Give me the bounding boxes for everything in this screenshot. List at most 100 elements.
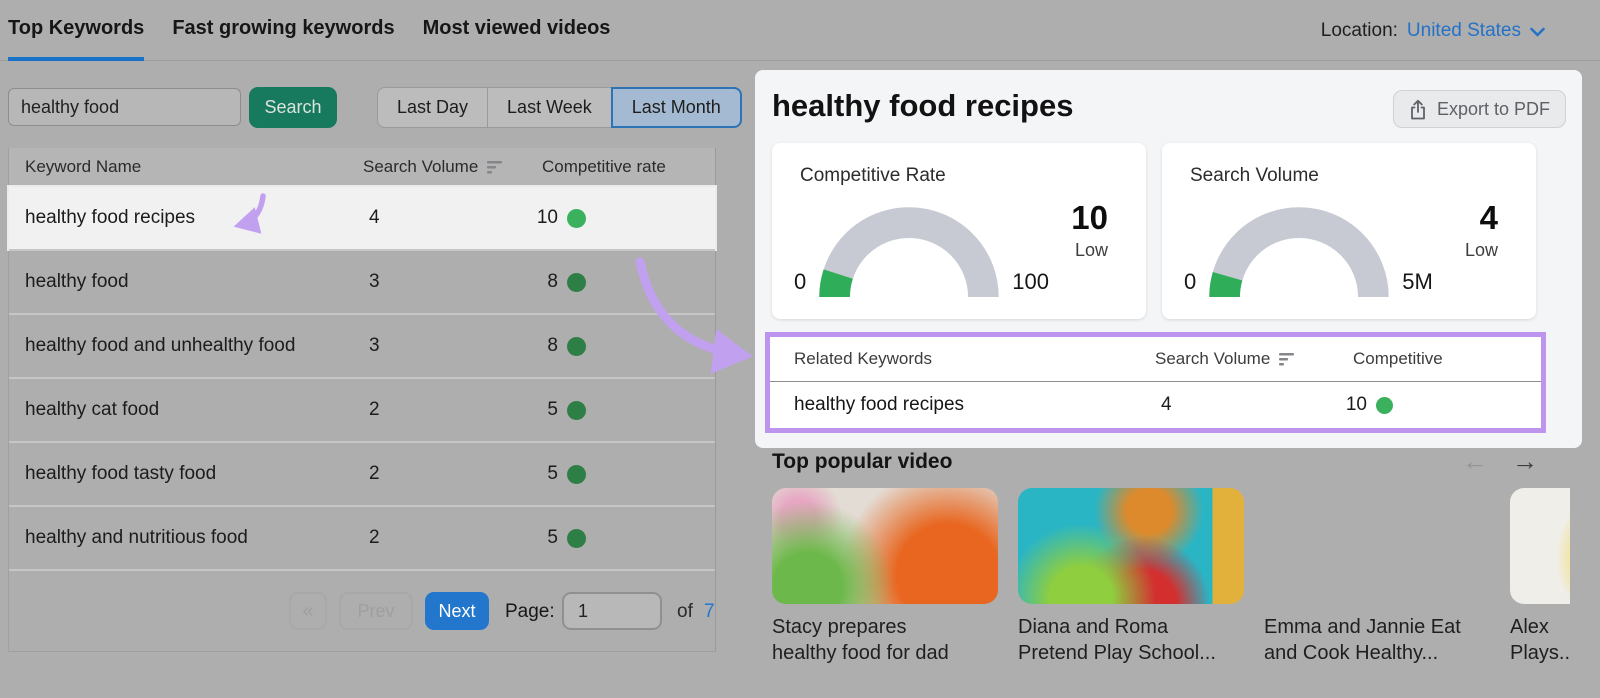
video-card[interactable]: Alex Plays... [1510, 488, 1570, 666]
rate-dot-icon [567, 465, 586, 484]
export-to-pdf-button[interactable]: Export to PDF [1393, 90, 1566, 128]
column-search-volume[interactable]: Search Volume [1155, 349, 1295, 369]
cell-keyword: healthy food and unhealthy food [25, 335, 295, 357]
cell-search-volume: 2 [369, 527, 380, 549]
gauge-min-label: 0 [1184, 269, 1196, 297]
time-filter-button[interactable]: Last Week [487, 87, 612, 128]
location-value[interactable]: United States [1407, 20, 1521, 42]
table-row[interactable]: healthy cat food 2 5 [9, 377, 715, 441]
carousel-prev-icon[interactable]: ← [1462, 448, 1488, 477]
rate-dot-icon [567, 337, 586, 356]
cell-search-volume: 2 [369, 399, 380, 421]
rate-dot-icon [567, 209, 586, 228]
cell-search-volume: 3 [369, 271, 380, 293]
cell-keyword: healthy and nutritious food [25, 527, 248, 549]
rate-dot-icon [567, 529, 586, 548]
keywords-table-header: Keyword Name Search Volume Competitive r… [9, 148, 715, 187]
related-keywords-table: Related Keywords Search Volume Competiti… [765, 332, 1546, 433]
gauge-title: Search Volume [1190, 165, 1319, 187]
keywords-table: Keyword Name Search Volume Competitive r… [8, 148, 716, 652]
video-title-line2: Pretend Play School... [1018, 640, 1244, 666]
cell-competitive-rate: 8 [536, 335, 586, 357]
column-competitive-rate: Competitive rate [542, 157, 666, 177]
carousel-next-icon[interactable]: → [1512, 448, 1538, 477]
cell-competitive-rate: 5 [536, 527, 586, 549]
page-of-label: of [677, 601, 693, 623]
sort-icon[interactable] [487, 161, 503, 174]
cell-competitive-rate: 8 [536, 271, 586, 293]
gauge-card: Competitive Rate 0 100 10 Low [772, 143, 1146, 319]
video-title-line1: Alex [1510, 614, 1570, 640]
video-thumbnail[interactable] [772, 488, 998, 604]
first-page-button[interactable]: « [289, 592, 327, 630]
page-number-input[interactable] [562, 592, 662, 630]
chevron-down-icon [1530, 27, 1545, 37]
section-title: Top popular video [772, 450, 952, 474]
nav-tabs: Top Keywords Fast growing keywords Most … [8, 0, 610, 61]
rate-dot-icon [1376, 397, 1393, 414]
gauge-level: Low [1071, 240, 1108, 261]
gauge-title: Competitive Rate [800, 165, 946, 187]
cell-keyword: healthy food tasty food [25, 463, 216, 485]
cell-keyword: healthy food recipes [794, 394, 964, 416]
total-pages: 7 [704, 601, 715, 623]
table-row[interactable]: healthy food and unhealthy food 3 8 [9, 313, 715, 377]
video-card[interactable]: Diana and Roma Pretend Play School... [1018, 488, 1244, 666]
table-row[interactable]: healthy and nutritious food 2 5 [9, 505, 715, 569]
search-input[interactable] [8, 88, 241, 126]
cell-search-volume: 4 [1161, 394, 1172, 416]
video-card[interactable]: Stacy prepares healthy food for dad [772, 488, 998, 666]
gauge-max-label: 5M [1402, 269, 1433, 297]
page-label: Page: [505, 601, 555, 623]
prev-page-button[interactable]: Prev [339, 592, 413, 630]
rate-dot-icon [567, 273, 586, 292]
video-thumbnail[interactable] [1264, 488, 1490, 604]
cell-keyword: healthy food recipes [25, 207, 195, 229]
cell-keyword: healthy cat food [25, 399, 159, 421]
gauge-min-label: 0 [794, 269, 806, 297]
pagination: « Prev Next Page: of 7 [9, 569, 715, 651]
table-row[interactable]: healthy food 3 8 [9, 249, 715, 313]
app-screen: Top Keywords Fast growing keywords Most … [0, 0, 1600, 698]
sort-icon[interactable] [1279, 353, 1295, 366]
top-popular-video-section: Top popular video ← → Stacy prepares hea… [755, 448, 1570, 698]
cell-competitive: 10 [1345, 394, 1393, 416]
table-row[interactable]: healthy food tasty food 2 5 [9, 441, 715, 505]
gauge-cards: Competitive Rate 0 100 10 Low [772, 143, 1536, 319]
column-search-volume[interactable]: Search Volume [363, 157, 503, 177]
location-selector[interactable]: Location: United States [1321, 0, 1545, 61]
video-title-line2: healthy food for dad [772, 640, 998, 666]
video-title-line1: Emma and Jannie Eat [1264, 614, 1490, 640]
column-keyword-name: Keyword Name [25, 157, 141, 177]
video-cards: Stacy prepares healthy food for dad Dian… [772, 488, 1570, 666]
video-thumbnail[interactable] [1510, 488, 1570, 604]
video-title-line2: and Cook Healthy... [1264, 640, 1490, 666]
table-row[interactable]: healthy food recipes 4 10 [9, 187, 715, 249]
video-title-line2: Plays... [1510, 640, 1570, 666]
gauge-max-label: 100 [1012, 269, 1049, 297]
keywords-table-body: healthy food recipes 4 10 healthy food 3… [9, 187, 715, 569]
nav-tab[interactable]: Fast growing keywords [172, 0, 394, 61]
related-table-body: healthy food recipes 4 10 [770, 382, 1541, 428]
video-card[interactable]: Emma and Jannie Eat and Cook Healthy... [1264, 488, 1490, 666]
nav-tab[interactable]: Top Keywords [8, 0, 144, 61]
table-row[interactable]: healthy food recipes 4 10 [770, 382, 1541, 428]
cell-search-volume: 4 [369, 207, 380, 229]
search-button[interactable]: Search [249, 87, 337, 128]
keyword-detail-panel: healthy food recipes Export to PDF Compe… [755, 70, 1582, 448]
related-table-header: Related Keywords Search Volume Competiti… [770, 337, 1541, 382]
cell-competitive-rate: 5 [536, 463, 586, 485]
gauge-chart [1206, 204, 1392, 297]
next-page-button[interactable]: Next [425, 592, 489, 630]
time-filter-button[interactable]: Last Month [611, 87, 742, 128]
rate-dot-icon [567, 401, 586, 420]
cell-keyword: healthy food [25, 271, 129, 293]
time-filter-button[interactable]: Last Day [377, 87, 488, 128]
page-title: healthy food recipes [772, 88, 1073, 124]
column-related-keywords: Related Keywords [794, 349, 932, 369]
nav-tab[interactable]: Most viewed videos [423, 0, 611, 61]
column-competitive: Competitive [1353, 349, 1443, 369]
cell-competitive-rate: 5 [536, 399, 586, 421]
video-thumbnail[interactable] [1018, 488, 1244, 604]
gauge-chart [816, 204, 1002, 297]
